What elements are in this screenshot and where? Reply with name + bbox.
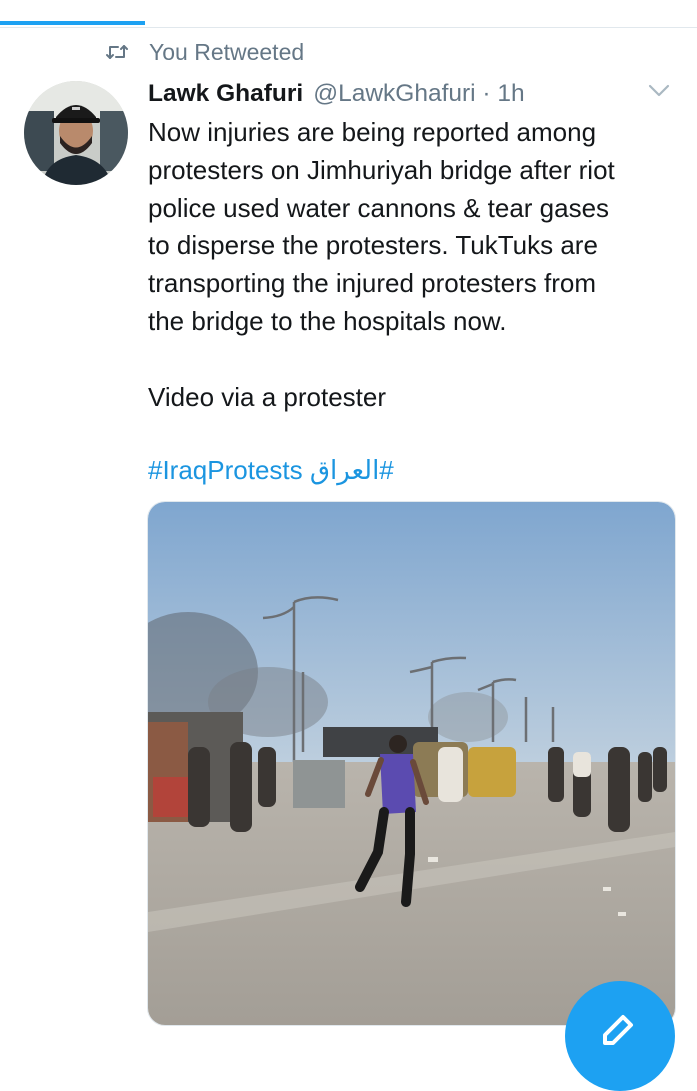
author-name[interactable]: Lawk Ghafuri bbox=[148, 80, 303, 108]
author-avatar[interactable] bbox=[24, 81, 128, 185]
video-thumbnail[interactable] bbox=[147, 501, 676, 1026]
hashtag-arabic[interactable]: #العراق bbox=[310, 455, 394, 485]
video-frame bbox=[148, 502, 675, 1025]
hashtag-iraqprotests[interactable]: #IraqProtests bbox=[148, 455, 303, 485]
tweet-source-line: Video via a protester bbox=[148, 381, 386, 412]
tweet-line: the bridge to the hospitals now. bbox=[148, 305, 507, 336]
avatar-image bbox=[24, 81, 128, 185]
tweet-body: Now injuries are being reported among pr… bbox=[148, 114, 688, 416]
retweet-context: You Retweeted bbox=[105, 38, 304, 66]
tweet-line: Now injuries are being reported among bbox=[148, 117, 597, 147]
chevron-down-icon[interactable] bbox=[648, 83, 670, 99]
compose-fab[interactable] bbox=[565, 981, 675, 1091]
tweet-line: to disperse the protesters. TukTuks are bbox=[148, 230, 598, 261]
active-tab-indicator bbox=[0, 21, 145, 25]
tweet-line: transporting the injured protesters from bbox=[148, 268, 596, 299]
tweet-line: protesters on Jimhuriyah bridge after ri… bbox=[148, 154, 615, 185]
top-divider bbox=[0, 27, 697, 28]
hashtag-row: #IraqProtests #العراق bbox=[148, 452, 394, 490]
compose-icon bbox=[603, 1015, 633, 1045]
author-handle-time[interactable]: @LawkGhafuri · 1h bbox=[313, 80, 524, 108]
tweet-header: Lawk Ghafuri @LawkGhafuri · 1h bbox=[148, 77, 677, 111]
retweet-icon bbox=[106, 45, 128, 59]
retweet-label: You Retweeted bbox=[149, 38, 305, 65]
tweet-line: police used water cannons & tear gases bbox=[148, 192, 610, 223]
